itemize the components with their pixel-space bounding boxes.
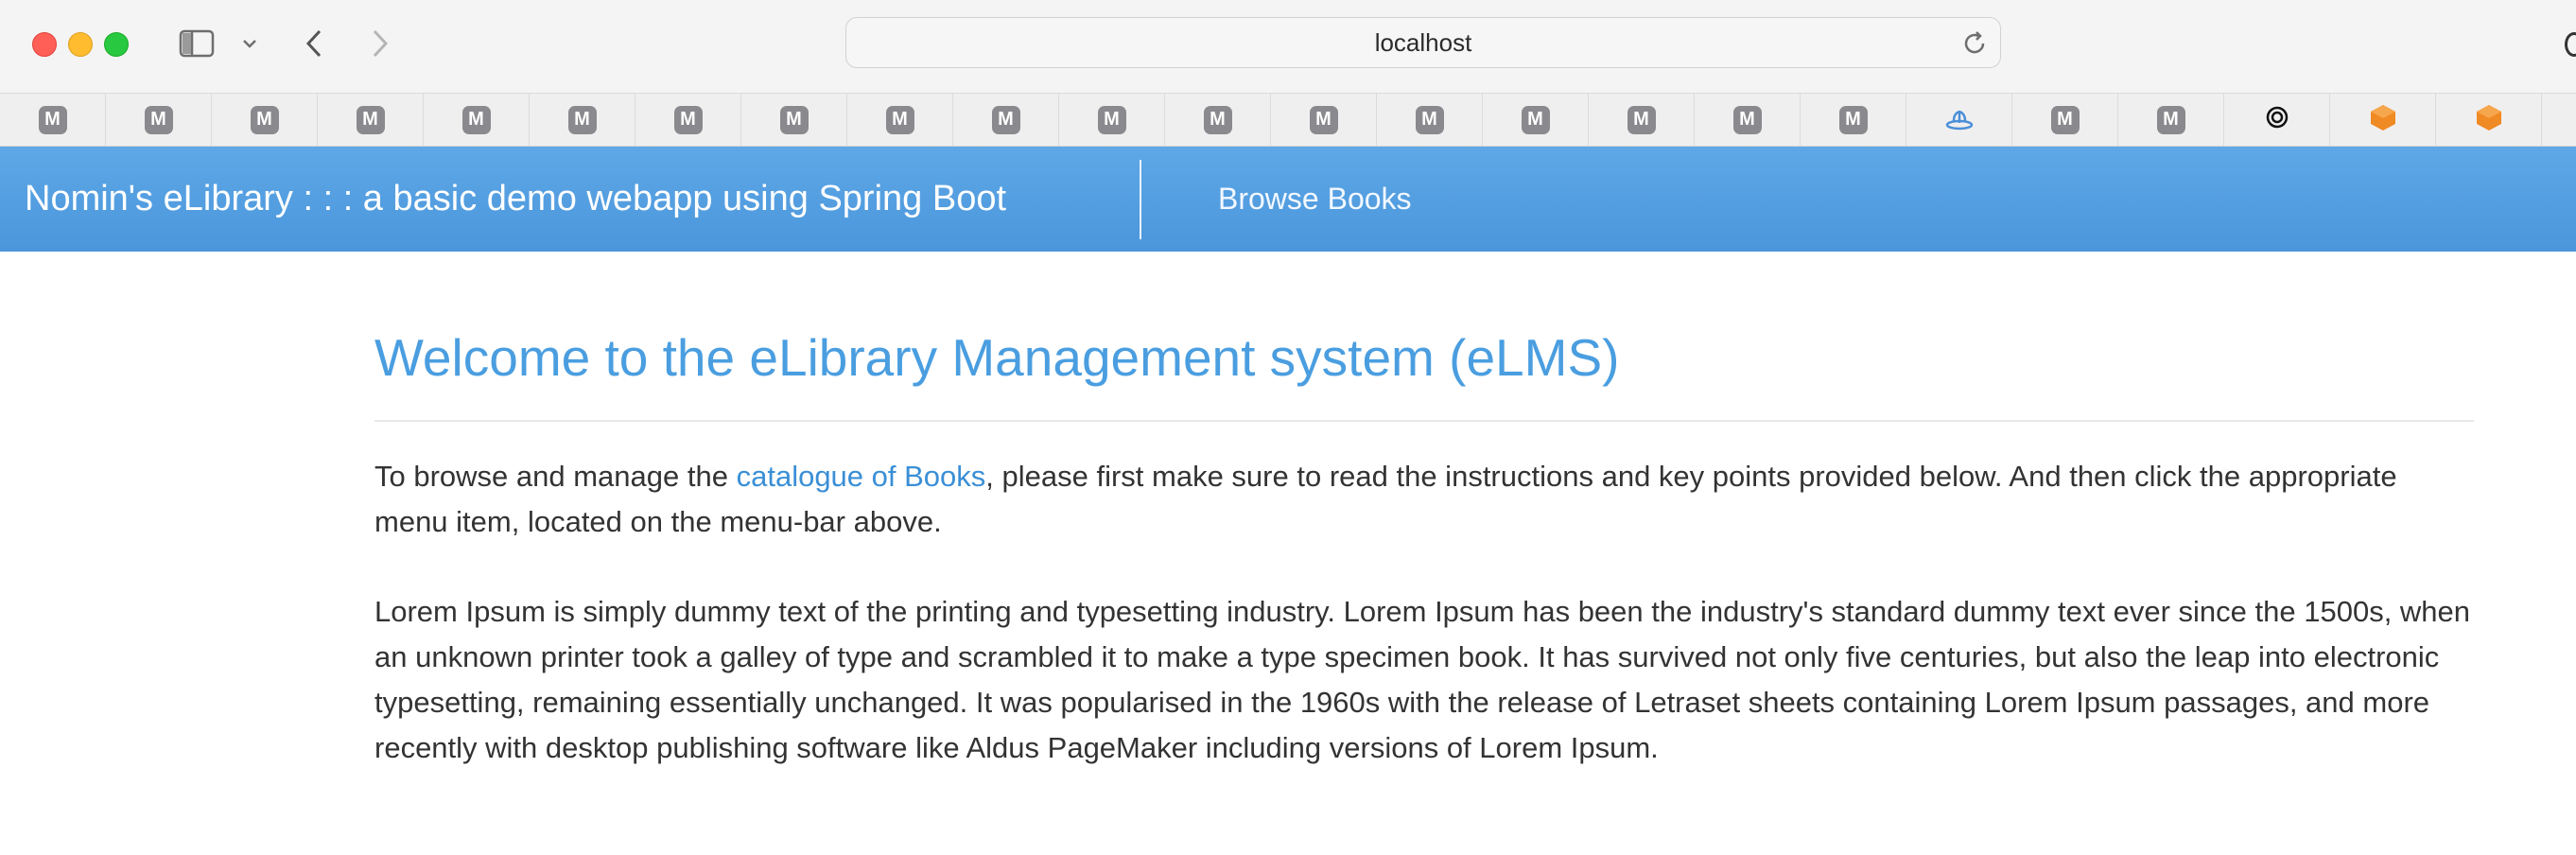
m-favicon-icon: M (673, 105, 703, 134)
close-window-button[interactable] (32, 32, 57, 57)
m-favicon-icon: M (1203, 105, 1232, 134)
bookmark-item[interactable]: M (741, 94, 847, 146)
bookmarks-bar: M M M M M M M M M M M M M M M M M M M M (0, 94, 2576, 147)
browse-books-link[interactable]: Browse Books (1218, 147, 1412, 252)
minimize-window-button[interactable] (68, 32, 93, 57)
bookmark-item[interactable]: M (1271, 94, 1377, 146)
bookmark-item[interactable]: M (106, 94, 212, 146)
heading-divider (374, 420, 2474, 422)
m-favicon-icon: M (1415, 105, 1444, 134)
bookmark-item[interactable]: M (212, 94, 318, 146)
m-favicon-icon: M (1838, 105, 1868, 134)
page-title: Welcome to the eLibrary Management syste… (374, 328, 1620, 387)
m-favicon-icon: M (461, 105, 491, 134)
bookmark-item[interactable] (2436, 94, 2542, 146)
bookmark-item[interactable]: M (1165, 94, 1271, 146)
m-favicon-icon: M (2050, 105, 2080, 134)
m-favicon-icon: M (38, 105, 67, 134)
extension-icon[interactable] (2565, 32, 2576, 57)
bookmark-item[interactable]: M (2012, 94, 2118, 146)
m-favicon-icon: M (1627, 105, 1656, 134)
sidebar-toggle-icon[interactable] (178, 26, 216, 61)
bookmark-item[interactable]: M (635, 94, 741, 146)
intro-paragraph: To browse and manage the catalogue of Bo… (374, 454, 2474, 545)
bookmark-item[interactable]: M (1801, 94, 1906, 146)
m-favicon-icon: M (356, 105, 385, 134)
forward-arrow-icon[interactable] (365, 26, 395, 61)
reload-icon[interactable] (1960, 29, 1989, 58)
address-bar[interactable]: localhost (845, 17, 2001, 68)
bookmark-item[interactable] (1906, 94, 2012, 146)
lorem-paragraph: Lorem Ipsum is simply dummy text of the … (374, 595, 2471, 764)
bookmark-item[interactable]: M (2118, 94, 2224, 146)
zoom-window-button[interactable] (104, 32, 129, 57)
bookmark-item[interactable]: M (847, 94, 953, 146)
intro-text-before: To browse and manage the (374, 460, 737, 493)
bookmark-item[interactable]: M (318, 94, 424, 146)
openai-favicon-icon (2263, 103, 2291, 136)
m-favicon-icon: M (1732, 105, 1762, 134)
bookmark-item[interactable] (2330, 94, 2436, 146)
bookmark-item[interactable]: M (0, 94, 106, 146)
fountain-favicon-icon (1944, 104, 1975, 135)
orange-cube-favicon-icon (2369, 103, 2397, 136)
navbar-brand[interactable]: Nomin's eLibrary : : : a basic demo weba… (25, 147, 1006, 252)
bookmark-item[interactable]: M (1695, 94, 1801, 146)
browser-titlebar: localhost (0, 0, 2576, 94)
chevron-down-icon[interactable] (236, 26, 263, 61)
m-favicon-icon: M (779, 105, 809, 134)
bookmark-item[interactable]: M (530, 94, 635, 146)
m-favicon-icon: M (1309, 105, 1338, 134)
m-favicon-icon: M (991, 105, 1020, 134)
bookmark-item[interactable]: M (1483, 94, 1589, 146)
back-arrow-icon[interactable] (299, 26, 329, 61)
m-favicon-icon: M (567, 105, 597, 134)
bookmark-item[interactable] (2224, 94, 2330, 146)
bookmark-item[interactable]: M (1377, 94, 1483, 146)
m-favicon-icon: M (1521, 105, 1550, 134)
m-favicon-icon: M (144, 105, 173, 134)
m-favicon-icon: M (250, 105, 279, 134)
m-favicon-icon: M (1097, 105, 1126, 134)
bookmark-item[interactable]: M (1059, 94, 1165, 146)
app-navbar: Nomin's eLibrary : : : a basic demo weba… (0, 147, 2576, 252)
m-favicon-icon: M (2156, 105, 2185, 134)
bookmark-item[interactable]: M (953, 94, 1059, 146)
bookmark-item[interactable]: M (1589, 94, 1695, 146)
orange-cube-favicon-icon (2475, 103, 2503, 136)
catalogue-link[interactable]: catalogue of Books (737, 460, 986, 493)
navbar-divider (1140, 160, 1141, 239)
m-favicon-icon: M (885, 105, 914, 134)
address-text: localhost (1374, 27, 1472, 57)
bookmark-item[interactable]: M (424, 94, 530, 146)
